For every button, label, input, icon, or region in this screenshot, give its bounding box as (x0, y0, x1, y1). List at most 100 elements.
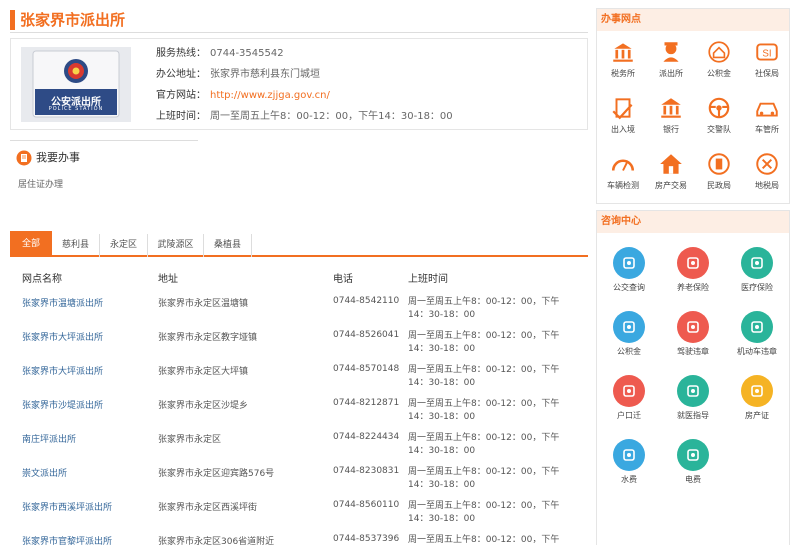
office-item-label: 公积金 (707, 69, 731, 78)
consult-item-label: 驾驶违章 (677, 347, 709, 356)
station-address: 张家界市永定区西溪坪街 (158, 503, 258, 513)
website-label: 官方网站： (156, 90, 206, 101)
website-link[interactable]: http://www.zjjga.gov.cn/ (210, 90, 330, 101)
tax-icon (756, 153, 778, 175)
social-security-icon: SI (756, 43, 778, 61)
station-phone: 0744-8537396 (333, 534, 400, 544)
office-item[interactable]: 出入境 (599, 95, 647, 135)
consult-item-label: 房产证 (745, 411, 769, 420)
office-item[interactable]: 地税局 (743, 151, 791, 191)
office-item[interactable]: SI 社保局 (743, 39, 791, 79)
station-phone: 0744-8560110 (333, 500, 400, 510)
office-item-label: 银行 (663, 125, 679, 134)
page-root: 张家界市派出所 公安派出所 POLICE STATION 服务热线： 0744-3… (0, 0, 800, 545)
info-website-row: 官方网站： http://www.zjjga.gov.cn/ (156, 89, 330, 103)
consult-item[interactable]: 房产证 (732, 375, 782, 421)
tab-sangzhi[interactable]: 桑植县 (204, 234, 252, 257)
elder-icon (677, 247, 709, 279)
service-title: 我要办事 (16, 150, 80, 166)
station-name-link[interactable]: 南庄坪派出所 (22, 432, 76, 445)
consult-item[interactable]: 就医指导 (668, 375, 718, 421)
tab-all[interactable]: 全部 (10, 231, 52, 257)
consult-item-label: 机动车违章 (737, 347, 777, 356)
office-item[interactable]: 房产交易 (647, 151, 695, 191)
consult-item-label: 水费 (621, 475, 637, 484)
title-divider (10, 32, 588, 33)
office-item[interactable]: 公积金 (695, 39, 743, 79)
info-hours-row: 上班时间： 周一至周五上午8：00-12：00，下午14：30-18：00 (156, 110, 453, 124)
tab-wulingyuan[interactable]: 武陵源区 (148, 234, 204, 257)
office-item-label: 车辆检测 (607, 181, 639, 190)
station-hours: 周一至周五上午8：00-12：00，下午14：30-18：00 (408, 501, 560, 524)
consult-item[interactable]: 机动车违章 (732, 311, 782, 357)
station-phone: 0744-8570148 (333, 364, 400, 374)
electric-icon (677, 439, 709, 471)
car-icon (756, 102, 778, 117)
consult-item[interactable]: 公交查询 (604, 247, 654, 293)
office-item[interactable]: 派出所 (647, 39, 695, 79)
table-row: 张家界市温塘派出所 张家界市永定区温塘镇 0744-8542110 周一至周五上… (20, 292, 588, 326)
consult-item-label: 公交查询 (613, 283, 645, 292)
svg-text:SI: SI (762, 48, 771, 59)
office-item[interactable]: 民政局 (695, 151, 743, 191)
table-row: 张家界市大坪派出所 张家界市永定区教字垭镇 0744-8526041 周一至周五… (20, 326, 588, 360)
office-item[interactable]: 税务所 (599, 39, 647, 79)
civil-affairs-icon (708, 153, 730, 175)
station-name-link[interactable]: 张家界市温塘派出所 (22, 296, 103, 309)
station-phone: 0744-8212871 (333, 398, 400, 408)
info-address-row: 办公地址： 张家界市慈利县东门城垣 (156, 68, 320, 82)
station-hours: 周一至周五上午8：00-12：00，下午14：30-18：00 (408, 467, 560, 490)
bank-icon (613, 43, 633, 62)
office-panel: 办事网点 税务所 派出所 公积金 SI 社保局 出入境 银行 交警队 车管所 车辆检测 房产交易 民政… (596, 8, 790, 204)
station-phone: 0744-8542110 (333, 296, 400, 306)
office-item-label: 出入境 (611, 125, 635, 134)
station-address: 张家界市永定区迎宾路576号 (158, 469, 275, 479)
hours-label: 上班时间： (156, 111, 206, 122)
consult-item[interactable]: 户口迁 (604, 375, 654, 421)
badge-subtext: POLICE STATION (48, 106, 104, 112)
consult-item[interactable]: 医疗保险 (732, 247, 782, 293)
station-name-link[interactable]: 张家界市沙堤派出所 (22, 398, 103, 411)
tab-cili[interactable]: 慈利县 (52, 234, 100, 257)
office-item-label: 地税局 (755, 181, 779, 190)
service-title-text: 我要办事 (36, 151, 80, 164)
tab-yongding[interactable]: 永定区 (100, 234, 148, 257)
consult-item[interactable]: 公积金 (604, 311, 654, 357)
office-item[interactable]: 车管所 (743, 95, 791, 135)
police-icon (663, 42, 679, 62)
station-name-link[interactable]: 张家界市大坪派出所 (22, 330, 103, 343)
passport-icon (612, 98, 633, 120)
station-address: 张家界市永定区沙堤乡 (158, 401, 249, 411)
station-name-link[interactable]: 崇文派出所 (22, 466, 67, 479)
service-divider (10, 140, 198, 141)
id-icon (613, 375, 645, 407)
service-item-residence[interactable]: 居住证办理 (18, 177, 63, 190)
station-address: 张家界市永定区大坪镇 (158, 367, 249, 377)
consult-item-label: 医疗保险 (741, 283, 773, 292)
station-hours: 周一至周五上午8：00-12：00，下午14：30-18：00 (408, 297, 560, 320)
bulb-icon (741, 375, 773, 407)
shield-icon (741, 247, 773, 279)
office-item-label: 车管所 (755, 125, 779, 134)
station-name-link[interactable]: 张家界市西溪坪派出所 (22, 500, 112, 513)
office-item[interactable]: 银行 (647, 95, 695, 135)
consult-item-label: 户口迁 (617, 411, 641, 420)
station-name-link[interactable]: 张家界市大坪派出所 (22, 364, 103, 377)
address-value: 张家界市慈利县东门城垣 (210, 69, 320, 80)
consult-item[interactable]: 养老保险 (668, 247, 718, 293)
office-item[interactable]: 交警队 (695, 95, 743, 135)
office-item[interactable]: 车辆检测 (599, 151, 647, 191)
consult-item[interactable]: 水费 (604, 439, 654, 485)
office-item-label: 派出所 (659, 69, 683, 78)
consult-panel: 咨询中心 公交查询 养老保险 医疗保险 公积金 驾驶违章 机动车违章 户口迁 就医指导 房产证水… (596, 210, 790, 545)
station-hours: 周一至周五上午8：00-12：00，下午14：30-18：00 (408, 365, 560, 388)
station-hours: 周一至周五上午8：00-12：00，下午14：30-18：00 (408, 535, 560, 543)
station-hours: 周一至周五上午8：00-12：00，下午14：30-18：00 (408, 331, 560, 354)
station-info-box: 公安派出所 POLICE STATION 服务热线： 0744-3545542 办… (10, 38, 588, 130)
consult-item-label: 电费 (685, 475, 701, 484)
consult-item[interactable]: 电费 (668, 439, 718, 485)
card-icon (741, 311, 773, 343)
consult-item-label: 就医指导 (677, 411, 709, 420)
station-name-link[interactable]: 张家界市官黎坪派出所 (22, 534, 112, 545)
consult-item[interactable]: 驾驶违章 (668, 311, 718, 357)
